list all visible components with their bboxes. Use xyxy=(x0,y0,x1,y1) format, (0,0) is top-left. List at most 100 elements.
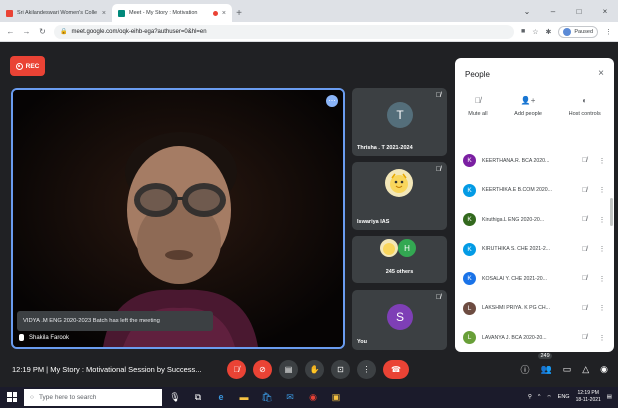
chevron-down-icon[interactable]: ⌄ xyxy=(514,7,540,16)
close-tab-icon[interactable]: × xyxy=(222,10,226,17)
menu-icon[interactable]: ⋮ xyxy=(605,28,612,36)
mic-icon[interactable]: 🎙 xyxy=(168,390,182,404)
self-tile[interactable]: 🎙̸ S You xyxy=(352,290,447,350)
leave-call-button[interactable]: ☎ xyxy=(383,360,409,379)
minimize-button[interactable]: – xyxy=(540,7,566,16)
participant-name: KEERTHANA.R. BCA 2020... xyxy=(482,157,550,164)
windows-start-icon[interactable] xyxy=(7,392,17,402)
reload-button[interactable]: ↻ xyxy=(38,27,47,36)
participant-tile-iswariya[interactable]: 🎙̸ Iswariya IAS xyxy=(352,162,447,230)
more-vert-icon[interactable]: ⋮ xyxy=(596,245,608,253)
main-video-tile[interactable]: ⋯ VIDYA .M ENG 2020-2023 Batch has left … xyxy=(11,88,345,349)
mic-off-icon[interactable]: 🎙̸ xyxy=(579,157,590,164)
list-item[interactable]: L LAVANYA J. BCA 2020-20... 🎙̸ ⋮ xyxy=(455,323,614,352)
mic-toggle-button[interactable]: 🎙̸ xyxy=(227,360,246,379)
window-controls: ⌄ – □ × xyxy=(514,0,618,22)
mic-off-icon[interactable]: 🎙̸ xyxy=(579,334,590,341)
more-vert-icon[interactable]: ⋮ xyxy=(596,157,608,165)
mail-icon[interactable]: ✉ xyxy=(283,390,297,404)
close-panel-button[interactable]: × xyxy=(598,68,604,79)
clock-date: 18-11-2021 xyxy=(575,397,601,403)
chevron-up-icon[interactable]: ^ xyxy=(538,394,541,400)
present-button[interactable]: ⊡ xyxy=(331,360,350,379)
lock-icon[interactable]: ◉ xyxy=(600,364,608,375)
list-item[interactable]: K KIRUTHIKA S. CHE 2021-2... 🎙̸ ⋮ xyxy=(455,235,614,265)
app-icon[interactable]: ▣ xyxy=(329,390,343,404)
add-people-button[interactable]: 👤+ Add people xyxy=(514,96,542,136)
hand-icon: ✋ xyxy=(309,365,320,374)
lock-icon: 🔒 xyxy=(60,29,68,35)
captions-button[interactable]: ▤ xyxy=(279,360,298,379)
store-icon[interactable]: 🛍 xyxy=(260,390,274,404)
mic-off-icon[interactable]: 🎙̸ xyxy=(579,275,590,282)
list-item[interactable]: L LAKSHMI PRIYA. K PG CH... 🎙̸ ⋮ xyxy=(455,294,614,324)
taskbar-search-input[interactable]: ○ Type here to search xyxy=(24,389,162,406)
more-vert-icon[interactable]: ⋮ xyxy=(596,304,608,312)
task-view-icon[interactable]: ⧉ xyxy=(191,390,205,404)
more-vert-icon[interactable]: ⋮ xyxy=(596,216,608,224)
new-tab-button[interactable]: + xyxy=(232,4,246,22)
network-icon[interactable]: ⌔ xyxy=(546,394,551,401)
participant-tile-thrisha[interactable]: 🎙̸ T Thrisha . T 2021-2024 xyxy=(352,88,447,156)
more-options-icon[interactable]: ⋯ xyxy=(326,95,338,107)
extensions-icon[interactable]: ✱ xyxy=(545,28,551,36)
mic-off-icon[interactable]: 🎙̸ xyxy=(579,246,590,253)
info-icon[interactable]: ⓘ xyxy=(520,363,529,376)
more-vert-icon[interactable]: ⋮ xyxy=(596,186,608,194)
notifications-icon[interactable]: ▤ xyxy=(607,394,612,400)
mic-off-icon[interactable]: 🎙̸ xyxy=(579,187,590,194)
chrome-icon[interactable]: ◉ xyxy=(306,390,320,404)
close-tab-icon[interactable]: × xyxy=(102,10,106,17)
star-icon[interactable]: ☆ xyxy=(532,28,538,36)
mic-off-icon[interactable]: 🎙̸ xyxy=(579,216,590,223)
meeting-controls-bar: 12:19 PM | My Story : Motivational Sessi… xyxy=(0,353,618,387)
raise-hand-button[interactable]: ✋ xyxy=(305,360,324,379)
system-tray: ⚲ ^ ⌔ ENG 12:19 PM 18-11-2021 ▤ xyxy=(528,390,612,404)
file-explorer-icon[interactable]: ▬ xyxy=(237,390,251,404)
list-item[interactable]: K KEERTHIKA.E B.COM 2020... 🎙̸ ⋮ xyxy=(455,176,614,206)
others-tile[interactable]: H 245 others xyxy=(352,236,447,283)
participant-name: Thrisha . T 2021-2024 xyxy=(357,145,413,151)
list-item[interactable]: K KOSALAI Y. CHE 2021-20... 🎙̸ ⋮ xyxy=(455,264,614,294)
meeting-details[interactable]: 12:19 PM | My Story : Motivational Sessi… xyxy=(12,365,202,374)
clock-time: 12:19 PM xyxy=(577,390,599,396)
clock[interactable]: 12:19 PM 18-11-2021 xyxy=(576,390,601,404)
more-vert-icon[interactable]: ⋮ xyxy=(596,275,608,283)
url-bar[interactable]: 🔒 meet.google.com/oqk-eihb-ega?authuser=… xyxy=(54,24,514,39)
tab-college-mail[interactable]: Sri Akilandeswari Women's Colle × xyxy=(0,4,112,22)
list-item[interactable]: K Kiruthiga.L ENG 2020-20... 🎙̸ ⋮ xyxy=(455,205,614,235)
gmail-icon xyxy=(6,9,13,17)
edge-icon[interactable]: e xyxy=(214,390,228,404)
os-taskbar: ○ Type here to search 🎙 ⧉ e ▬ 🛍 ✉ ◉ ▣ ⚲ … xyxy=(0,387,618,408)
avatar-initial: T xyxy=(396,108,404,122)
close-window-button[interactable]: × xyxy=(592,7,618,16)
profile-button[interactable]: Paused xyxy=(558,25,598,38)
record-icon xyxy=(15,62,23,70)
captions-icon: ▤ xyxy=(284,365,293,374)
tab-meet[interactable]: Meet - My Story : Motivation × xyxy=(112,4,232,22)
mic-off-icon[interactable]: 🎙̸ xyxy=(579,305,590,312)
list-item[interactable]: K KEERTHANA.R. BCA 2020... 🎙̸ ⋮ xyxy=(455,146,614,176)
people-icon[interactable]: ⚲ xyxy=(528,394,532,400)
camera-toggle-button[interactable]: ⊘ xyxy=(253,360,272,379)
speaker-video xyxy=(13,90,343,347)
maximize-button[interactable]: □ xyxy=(566,7,592,16)
host-controls-button[interactable]: ◐ Host controls xyxy=(569,96,601,136)
mute-all-button[interactable]: 🎙̸ Mute all xyxy=(468,96,487,136)
camera-icon[interactable]: ■ xyxy=(521,28,525,35)
back-button[interactable]: ← xyxy=(6,27,15,36)
activities-icon[interactable]: △ xyxy=(582,364,589,375)
avatar: S xyxy=(387,304,413,330)
more-options-button[interactable]: ⋮ xyxy=(357,360,376,379)
chat-icon[interactable]: ▭ xyxy=(563,364,572,375)
forward-button[interactable]: → xyxy=(22,27,31,36)
more-vert-icon[interactable]: ⋮ xyxy=(596,334,608,342)
hang-up-icon: ☎ xyxy=(391,365,401,374)
avatar xyxy=(380,239,398,257)
language-indicator[interactable]: ENG xyxy=(558,394,570,400)
more-vert-icon: ⋮ xyxy=(362,365,371,374)
people-button[interactable]: 249 👥 xyxy=(538,353,552,375)
participant-name: KOSALAI Y. CHE 2021-20... xyxy=(482,275,547,282)
scrollbar[interactable] xyxy=(610,198,613,226)
avatar: K xyxy=(463,213,476,227)
